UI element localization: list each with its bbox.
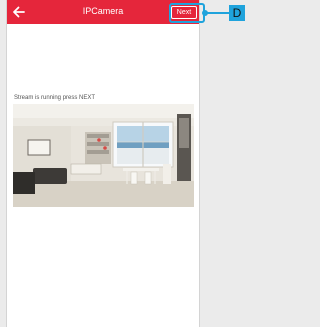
callout-highlight — [169, 3, 205, 23]
stream-status-text: Stream is running press NEXT — [14, 95, 96, 101]
camera-stream-image — [13, 104, 194, 207]
callout-connector — [205, 12, 229, 14]
phone-screen: IPCamera Next Stream is running press NE… — [6, 0, 200, 327]
callout-dot — [202, 10, 208, 16]
callout-badge: D — [229, 5, 245, 21]
